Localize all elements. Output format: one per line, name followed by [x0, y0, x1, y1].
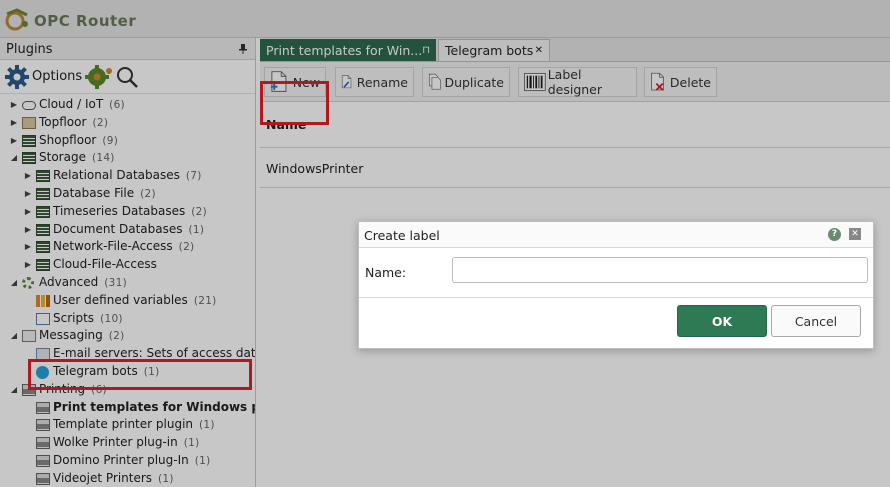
create-label-dialog: Create label ? ✕ Name: OK Cancel	[358, 221, 874, 349]
dialog-header: Create label ? ✕	[359, 222, 873, 248]
dialog-body: Name:	[359, 248, 873, 298]
help-icon[interactable]: ?	[828, 228, 841, 241]
close-icon[interactable]: ✕	[849, 228, 861, 240]
dialog-title: Create label	[364, 228, 440, 243]
cancel-button[interactable]: Cancel	[771, 305, 861, 337]
name-input[interactable]	[452, 257, 868, 283]
dialog-footer: OK Cancel	[359, 298, 873, 348]
name-field-label: Name:	[365, 265, 407, 280]
ok-button[interactable]: OK	[677, 305, 767, 337]
